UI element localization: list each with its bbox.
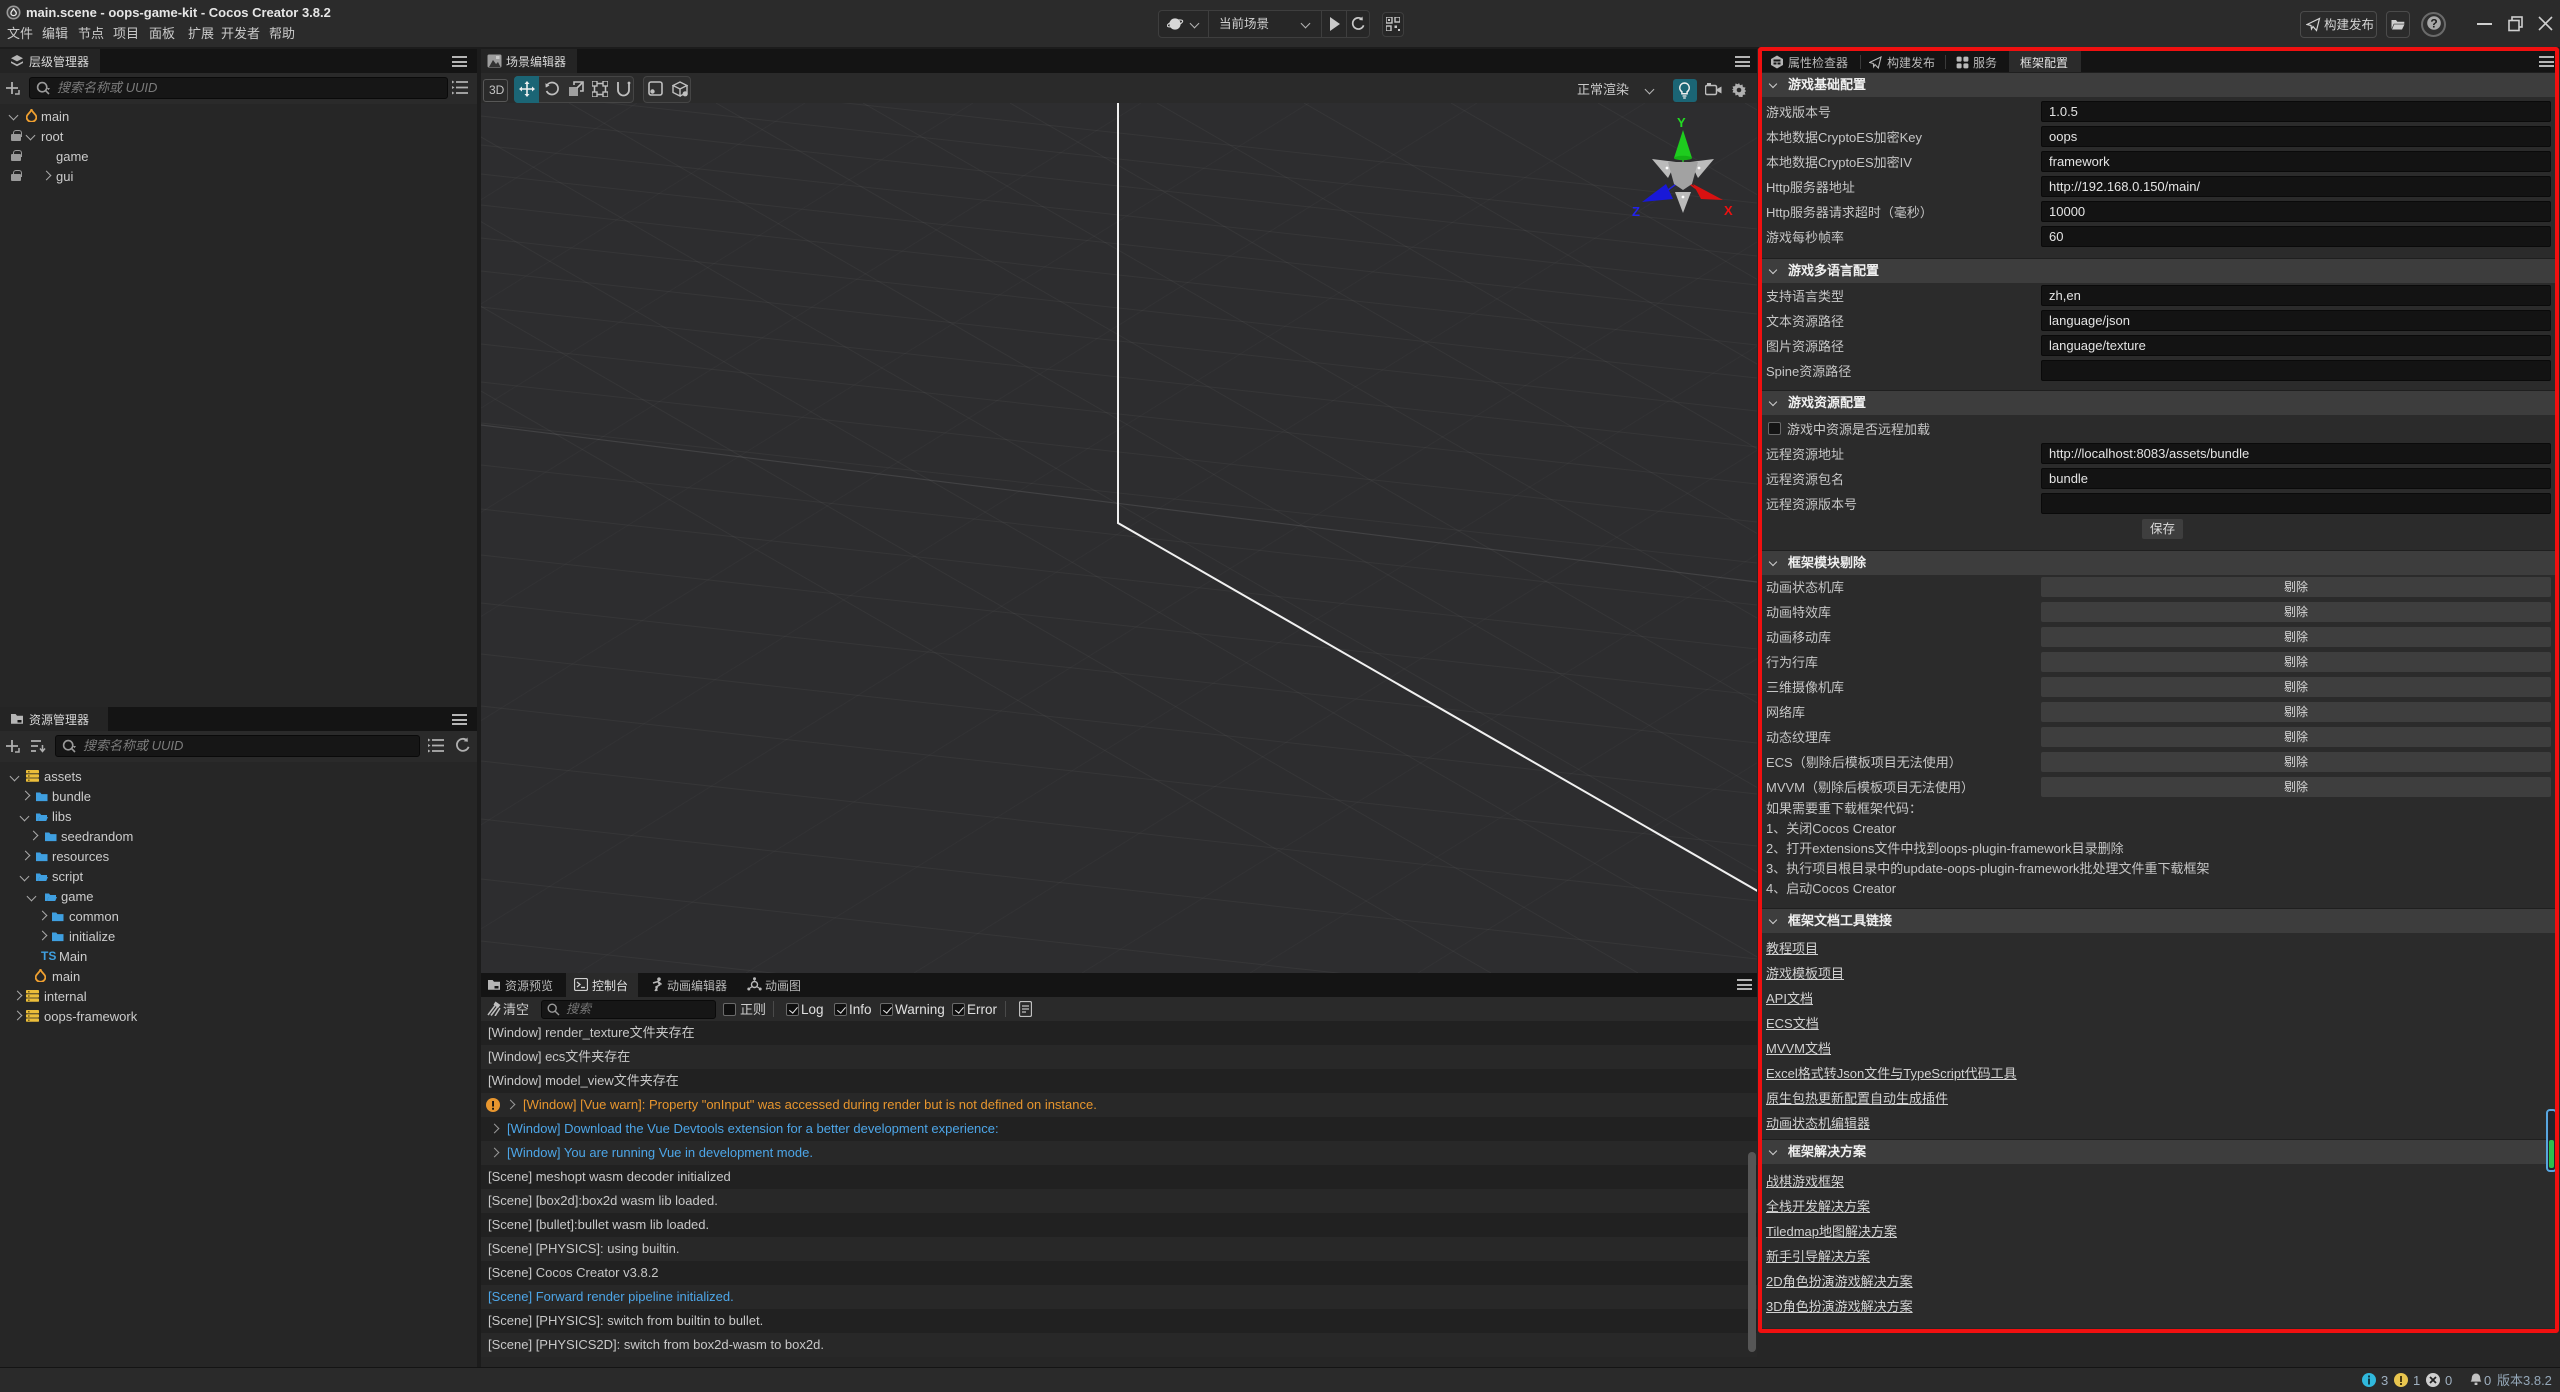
svg-text:X: X (1724, 203, 1733, 218)
svg-text:Z: Z (1632, 204, 1640, 219)
svg-text:?: ? (2430, 17, 2437, 31)
svg-text:Y: Y (1677, 115, 1686, 130)
